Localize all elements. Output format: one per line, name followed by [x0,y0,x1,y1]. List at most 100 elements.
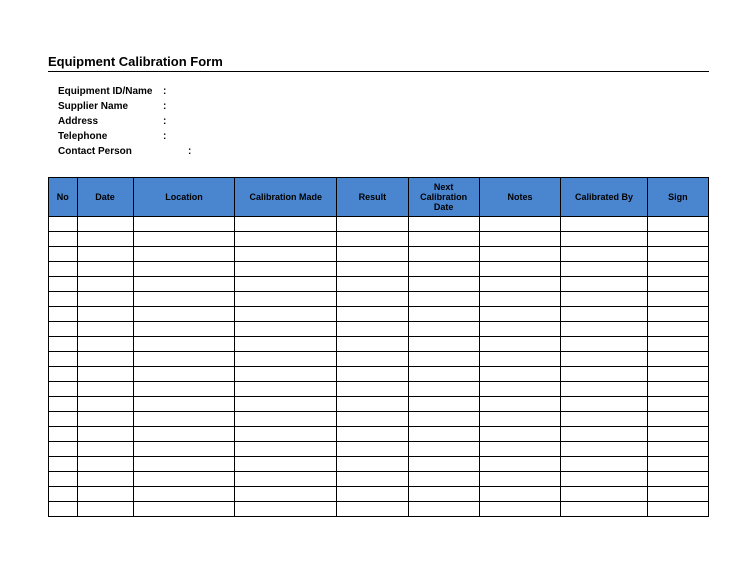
table-row [49,502,709,517]
cell-next_calibration [408,427,479,442]
info-row-address: Address : [58,114,709,129]
cell-sign [647,292,708,307]
form-page: Equipment Calibration Form Equipment ID/… [0,0,739,547]
table-body [49,217,709,517]
cell-date [77,337,133,352]
cell-notes [479,247,560,262]
cell-date [77,502,133,517]
cell-next_calibration [408,307,479,322]
cell-notes [479,277,560,292]
cell-next_calibration [408,247,479,262]
table-row [49,232,709,247]
colon: : [163,114,173,129]
cell-calibrated_by [561,487,648,502]
cell-result [337,232,408,247]
info-row-equipment-id: Equipment ID/Name : [58,84,709,99]
cell-date [77,307,133,322]
cell-notes [479,487,560,502]
cell-sign [647,457,708,472]
table-row [49,217,709,232]
colon: : [163,84,173,99]
cell-date [77,322,133,337]
table-row [49,397,709,412]
cell-date [77,262,133,277]
cell-result [337,502,408,517]
cell-calibration_made [235,412,337,427]
cell-calibration_made [235,307,337,322]
table-row [49,277,709,292]
cell-date [77,427,133,442]
cell-date [77,367,133,382]
cell-no [49,247,78,262]
table-row [49,427,709,442]
cell-date [77,292,133,307]
cell-date [77,487,133,502]
cell-sign [647,472,708,487]
cell-next_calibration [408,412,479,427]
cell-sign [647,247,708,262]
cell-no [49,472,78,487]
cell-no [49,397,78,412]
cell-no [49,442,78,457]
cell-result [337,352,408,367]
cell-next_calibration [408,457,479,472]
table-header-row: No Date Location Calibration Made Result… [49,178,709,217]
cell-result [337,262,408,277]
cell-notes [479,442,560,457]
cell-result [337,472,408,487]
cell-no [49,262,78,277]
cell-calibrated_by [561,322,648,337]
cell-location [133,412,235,427]
cell-result [337,412,408,427]
cell-date [77,442,133,457]
cell-calibrated_by [561,367,648,382]
cell-calibration_made [235,487,337,502]
cell-calibrated_by [561,382,648,397]
cell-no [49,427,78,442]
cell-location [133,382,235,397]
cell-location [133,442,235,457]
cell-sign [647,442,708,457]
cell-next_calibration [408,472,479,487]
cell-location [133,262,235,277]
cell-result [337,427,408,442]
cell-no [49,502,78,517]
cell-result [337,322,408,337]
header-sign: Sign [647,178,708,217]
cell-location [133,502,235,517]
cell-next_calibration [408,277,479,292]
cell-next_calibration [408,502,479,517]
cell-calibrated_by [561,277,648,292]
info-block: Equipment ID/Name : Supplier Name : Addr… [48,84,709,159]
cell-calibration_made [235,322,337,337]
cell-next_calibration [408,352,479,367]
cell-location [133,487,235,502]
equipment-id-value [173,84,709,99]
colon: : [188,144,198,159]
header-calibrated-by: Calibrated By [561,178,648,217]
cell-notes [479,352,560,367]
info-row-supplier: Supplier Name : [58,99,709,114]
header-result: Result [337,178,408,217]
cell-no [49,352,78,367]
cell-location [133,397,235,412]
cell-no [49,382,78,397]
cell-result [337,277,408,292]
cell-no [49,217,78,232]
cell-calibrated_by [561,262,648,277]
table-row [49,472,709,487]
contact-value [198,144,709,159]
cell-result [337,367,408,382]
cell-location [133,337,235,352]
table-row [49,442,709,457]
cell-location [133,472,235,487]
cell-sign [647,352,708,367]
cell-calibration_made [235,457,337,472]
cell-result [337,442,408,457]
cell-calibrated_by [561,472,648,487]
cell-calibrated_by [561,217,648,232]
cell-notes [479,472,560,487]
cell-calibrated_by [561,412,648,427]
cell-no [49,487,78,502]
table-row [49,307,709,322]
